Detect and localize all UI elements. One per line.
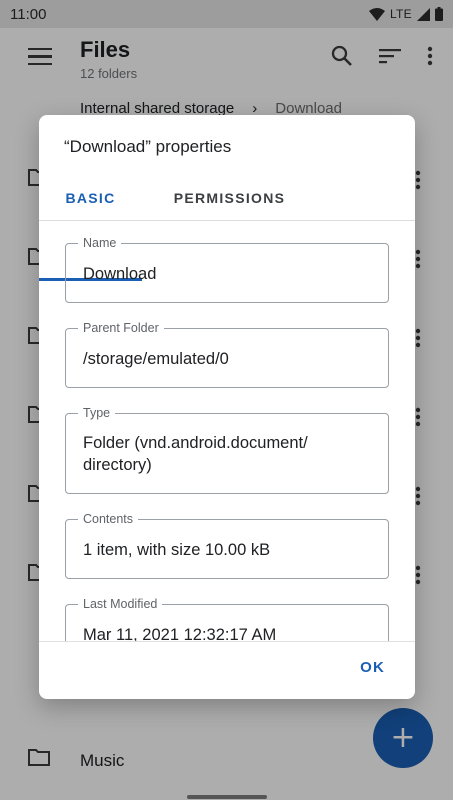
field-value: /storage/emulated/0 [83,350,229,368]
navigation-handle[interactable] [187,795,267,799]
field-label: Parent Folder [78,321,164,336]
field-label: Name [78,236,122,251]
field-value-line2: directory) [83,456,152,474]
field-label: Type [78,406,116,421]
field-value: Download [83,265,157,283]
field-value: 1 item, with size 10.00 kB [83,541,271,559]
contents-field: Contents 1 item, with size 10.00 kB [65,512,389,579]
tab-permissions[interactable]: PERMISSIONS [142,175,317,221]
type-field: Type Folder (vnd.android.document/ direc… [65,406,389,494]
name-field: Name Download [65,236,389,303]
tab-bar: BASIC PERMISSIONS [39,175,415,281]
field-label: Contents [78,512,139,527]
tab-basic[interactable]: BASIC [39,175,142,221]
last-modified-field: Last Modified Mar 11, 2021 12:32:17 AM [65,597,389,641]
field-value: Mar 11, 2021 12:32:17 AM [83,626,277,641]
properties-scroll-area[interactable]: Name Download Parent Folder /storage/emu… [39,221,415,641]
dialog-title: “Download” properties [64,137,232,156]
properties-dialog: “Download” properties BASIC PERMISSIONS … [39,115,415,699]
field-label: Last Modified [78,597,163,612]
dialog-actions: OK [39,641,415,699]
parent-folder-field: Parent Folder /storage/emulated/0 [65,321,389,388]
field-value-line1: Folder (vnd.android.document/ [83,434,308,452]
ok-button[interactable]: OK [360,659,385,676]
